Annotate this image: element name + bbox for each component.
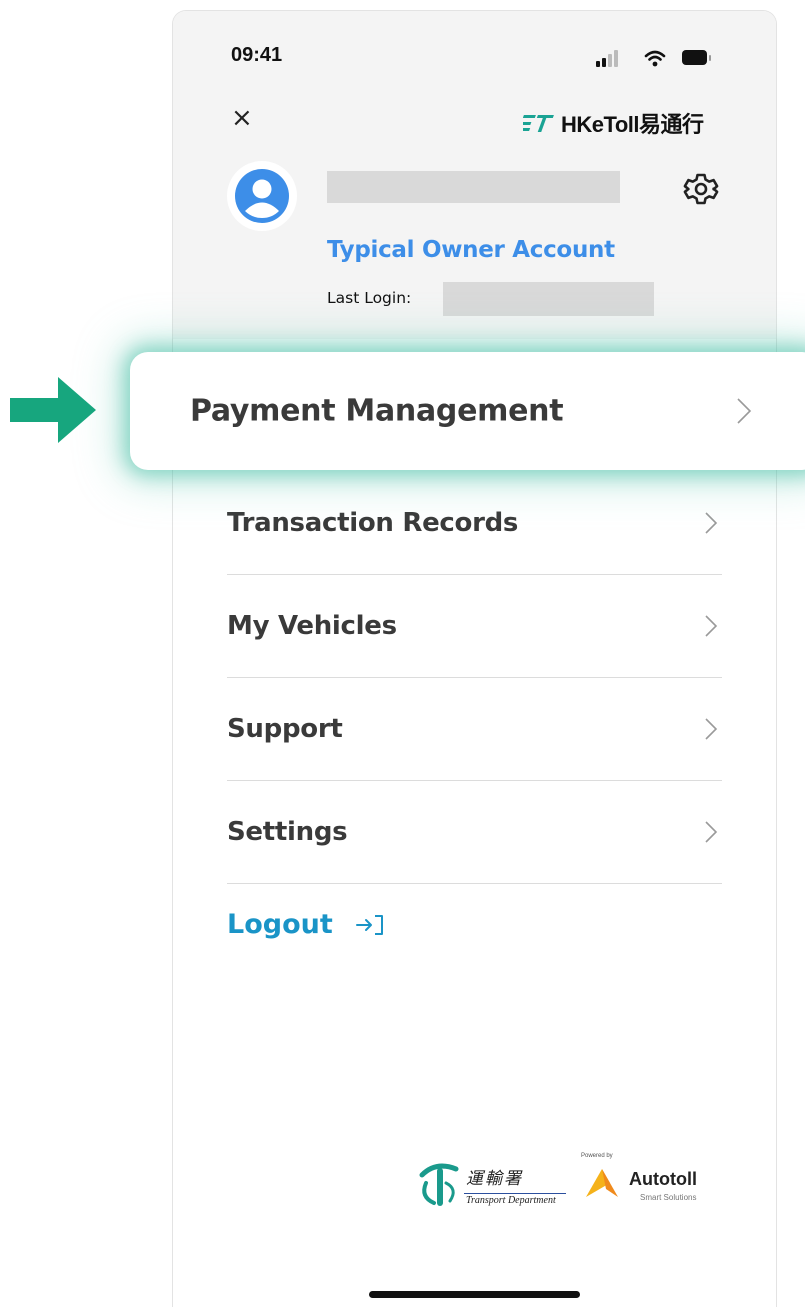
menu-item-label: Settings xyxy=(227,817,348,847)
avatar[interactable] xyxy=(227,161,297,231)
menu-item-label: Support xyxy=(227,714,343,744)
transport-department-english: Transport Department xyxy=(466,1195,556,1206)
brand-logo: HKeToll易通行 xyxy=(523,107,704,139)
chevron-right-icon xyxy=(705,512,718,534)
last-login-redacted xyxy=(443,282,654,316)
account-name-redacted xyxy=(327,171,620,203)
menu-item-my-vehicles[interactable]: My Vehicles xyxy=(227,575,722,678)
logout-button[interactable]: Logout xyxy=(227,909,385,940)
home-indicator xyxy=(369,1291,580,1298)
signal-icon xyxy=(596,50,618,67)
logout-label: Logout xyxy=(227,909,333,940)
hketoll-logo-icon xyxy=(523,115,554,132)
powered-by: Powered by xyxy=(581,1153,613,1159)
status-icons xyxy=(596,49,722,73)
menu-item-transaction-records[interactable]: Transaction Records xyxy=(227,472,722,575)
close-icon[interactable]: × xyxy=(231,105,253,131)
menu-item-payment-management[interactable]: Payment Management xyxy=(130,352,805,470)
autotoll-logo-icon xyxy=(586,1169,618,1197)
autotoll-tagline: Smart Solutions xyxy=(640,1193,697,1202)
menu-item-label: Payment Management xyxy=(190,393,564,429)
status-time: 09:41 xyxy=(231,44,283,66)
chevron-right-icon xyxy=(705,615,718,637)
wifi-icon xyxy=(644,50,666,67)
chevron-right-icon xyxy=(705,821,718,843)
menu-item-label: Transaction Records xyxy=(227,508,519,538)
menu-item-support[interactable]: Support xyxy=(227,678,722,781)
account-type: Typical Owner Account xyxy=(327,237,615,263)
transport-department-logo-icon xyxy=(419,1163,459,1206)
chevron-right-icon xyxy=(705,718,718,740)
arrow-right-icon xyxy=(10,377,96,443)
chevron-right-icon xyxy=(737,398,752,424)
menu-item-settings[interactable]: Settings xyxy=(227,781,722,884)
transport-department-chinese: 運輸署 xyxy=(466,1169,523,1189)
account-header: 09:41 × HKeToll易通行 Typical Owner Account… xyxy=(173,11,776,339)
phone-screen: 09:41 × HKeToll易通行 Typical Owner Account… xyxy=(172,10,777,1307)
battery-icon xyxy=(682,50,711,65)
divider xyxy=(464,1193,566,1194)
menu-item-label: My Vehicles xyxy=(227,611,397,641)
autotoll-name: Autotoll xyxy=(629,1169,697,1189)
last-login-label: Last Login: xyxy=(327,289,412,307)
brand-name: HKeToll易通行 xyxy=(561,112,704,137)
footer-logos: 運輸署 Transport Department Powered by Auto… xyxy=(416,1153,716,1219)
gear-icon[interactable] xyxy=(683,171,719,211)
logout-icon xyxy=(355,914,383,935)
